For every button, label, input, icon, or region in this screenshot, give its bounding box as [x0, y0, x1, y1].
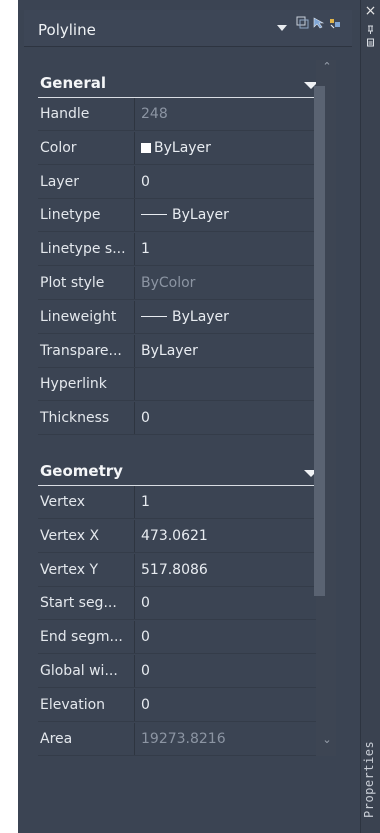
property-row[interactable]: Hyperlink	[38, 368, 326, 402]
object-type-label: Polyline	[38, 21, 96, 39]
property-value-text: 248	[141, 106, 168, 122]
property-value-text: 0	[141, 663, 150, 679]
property-value[interactable]: 1	[141, 486, 321, 519]
property-value-text: ByLayer	[172, 207, 229, 224]
row-divider	[38, 434, 326, 436]
property-row[interactable]: Linetype ByLayer	[38, 199, 326, 233]
auto-hide-icon[interactable]	[367, 24, 374, 34]
property-value[interactable]: ByLayer	[141, 301, 321, 334]
property-value: 248	[141, 98, 321, 131]
property-name: Lineweight	[38, 300, 135, 334]
property-value-text: 473.0621	[141, 527, 208, 544]
row-divider	[38, 754, 326, 756]
property-name: Hyperlink	[38, 368, 135, 402]
quick-select-icon[interactable]	[328, 16, 342, 30]
palette-name-label: Properties	[362, 740, 376, 818]
property-value-text: 517.8086	[141, 561, 208, 578]
property-name: Vertex	[38, 486, 135, 519]
property-row[interactable]: Transpare... ByLayer	[38, 334, 326, 368]
property-value-text: 0	[141, 595, 150, 612]
property-value-text: 19273.8216	[141, 730, 226, 747]
property-row[interactable]: Global wi... 0	[38, 655, 326, 688]
property-name: Layer	[38, 165, 135, 199]
property-value-text: 0	[141, 629, 150, 646]
section-header-general[interactable]: General	[38, 70, 326, 98]
property-value[interactable]: 0	[141, 587, 321, 620]
property-name: Vertex Y	[38, 553, 135, 587]
property-value-text: 1	[141, 494, 150, 510]
property-name: Handle	[38, 98, 135, 131]
property-row[interactable]: Linetype s... 1	[38, 233, 326, 267]
line-sample-icon	[141, 315, 167, 317]
property-value-text: 0	[141, 696, 150, 713]
section-label-general: General	[40, 74, 106, 92]
palette-side-strip: × Properties	[360, 0, 380, 833]
select-objects-icon[interactable]	[312, 16, 326, 30]
property-name: Vertex X	[38, 519, 135, 553]
property-row[interactable]: End segm... 0	[38, 621, 326, 655]
property-value[interactable]: 0	[141, 655, 321, 688]
property-name: End segm...	[38, 621, 135, 655]
property-row[interactable]: Layer 0	[38, 165, 326, 199]
property-row[interactable]: Handle 248	[38, 98, 326, 131]
property-value[interactable]: 0	[141, 621, 321, 654]
property-value-text: 0	[141, 410, 150, 427]
property-row[interactable]: Color ByLayer	[38, 131, 326, 165]
toggle-pickadd-icon[interactable]	[296, 16, 310, 30]
property-name: Plot style	[38, 267, 135, 300]
palette-properties-icon[interactable]	[367, 38, 374, 48]
property-name: Color	[38, 131, 135, 165]
property-row[interactable]: Vertex 1	[38, 486, 326, 519]
property-value: 19273.8216	[141, 723, 321, 756]
property-row[interactable]: Area 19273.8216	[38, 722, 326, 756]
property-name: Start seg...	[38, 587, 135, 621]
property-value[interactable]: 0	[141, 689, 321, 722]
property-value[interactable]: 1	[141, 233, 321, 266]
close-icon[interactable]: ×	[364, 4, 377, 18]
property-value[interactable]	[141, 368, 321, 401]
property-row[interactable]: Lineweight ByLayer	[38, 300, 326, 334]
property-value: ByColor	[141, 267, 321, 300]
property-value-text: 1	[141, 241, 150, 258]
property-row[interactable]: Start seg... 0	[38, 587, 326, 621]
scrollbar-thumb[interactable]	[314, 86, 325, 596]
property-value[interactable]: 517.8086	[141, 554, 321, 587]
property-name: Thickness	[38, 402, 135, 436]
property-value[interactable]: 0	[141, 166, 321, 199]
property-value[interactable]: 0	[141, 402, 321, 435]
line-sample-icon	[141, 214, 167, 216]
property-value-text: ByLayer	[154, 139, 211, 156]
scroll-down-icon[interactable]: ⌄	[321, 733, 333, 747]
dropdown-arrow-icon[interactable]	[277, 25, 287, 31]
section-label-geometry: Geometry	[40, 462, 123, 480]
property-name: Elevation	[38, 688, 135, 722]
property-name: Area	[38, 722, 135, 756]
property-value[interactable]: 473.0621	[141, 520, 321, 553]
property-name: Transpare...	[38, 334, 135, 368]
properties-palette: Polyline General Handle 248 Color ByLayer La…	[18, 0, 380, 833]
property-name: Linetype	[38, 199, 135, 233]
property-row[interactable]: Vertex Y 517.8086	[38, 553, 326, 587]
color-swatch-icon	[141, 142, 151, 153]
property-name: Linetype s...	[38, 233, 135, 267]
property-row[interactable]: Elevation 0	[38, 688, 326, 722]
property-name: Global wi...	[38, 655, 135, 688]
property-value-text: ByLayer	[172, 308, 229, 325]
section-header-geometry[interactable]: Geometry	[38, 458, 326, 486]
property-row[interactable]: Plot style ByColor	[38, 267, 326, 300]
scroll-up-icon[interactable]: ⌃	[321, 60, 333, 74]
object-type-selector[interactable]: Polyline	[24, 10, 352, 47]
property-value-text: 0	[141, 173, 150, 190]
property-value-text: ByLayer	[141, 342, 198, 359]
property-value-text: ByColor	[141, 275, 196, 291]
property-value[interactable]: ByLayer	[141, 132, 321, 165]
property-value[interactable]: ByLayer	[141, 335, 321, 368]
property-value[interactable]: ByLayer	[141, 199, 321, 232]
property-row[interactable]: Thickness 0	[38, 402, 326, 436]
property-row[interactable]: Vertex X 473.0621	[38, 519, 326, 553]
